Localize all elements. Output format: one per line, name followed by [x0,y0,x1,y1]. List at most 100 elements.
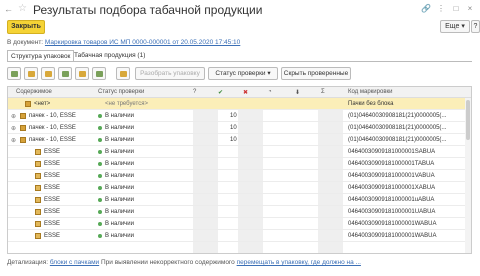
row-code: (01)04640030908181(21)0000005(... [348,125,447,131]
block-icon-button[interactable] [24,67,38,80]
check-status-button[interactable]: Статус проверки ▾ [208,67,278,80]
table-row[interactable]: ⊕ пачек - 10, ESSE В наличии 10 (01)04640030… [8,122,471,134]
box-icon-button[interactable] [75,67,89,80]
row-code: 04640030909181000001TABUA [348,161,435,167]
table-row[interactable]: ESSE В наличии 04640030909181000001TABUA [8,158,471,170]
add-icon-button[interactable] [92,67,106,80]
grid-header: Содержимое Статус проверки ? ✔ ✖ ◔ ⬇ Σ К… [8,87,471,98]
status-dot-icon [98,174,102,178]
vertical-scrollbar[interactable] [465,98,471,253]
row-content: <нет> [34,101,51,107]
row-status: В наличии [105,161,135,167]
close-window-icon[interactable]: × [464,4,476,13]
status-dot-icon [98,210,102,214]
package-icon-button[interactable] [116,67,130,80]
unpack-button[interactable]: Разобрать упаковку [135,67,205,80]
row-content: ESSE [44,197,61,203]
pack-icon [35,233,41,239]
pack-icon-button[interactable] [41,67,55,80]
footer-prefix: Детализация: [7,259,49,266]
row-status: В наличии [105,197,135,203]
title-bar: ← → ☆ Результаты подбора табачной продук… [0,0,480,18]
row-code: 04640030909181000001SABUA [348,149,436,155]
col-code[interactable]: Код маркировки [348,89,392,95]
expand-plus-icon[interactable]: ⊕ [11,137,16,144]
row-status: В наличии [105,209,135,215]
status-dot-icon [98,234,102,238]
maximize-icon[interactable]: □ [450,4,462,13]
page-title: Результаты подбора табачной продукции [33,3,263,17]
table-row[interactable]: ⊕ пачек - 10, ESSE В наличии 10 (01)04640030… [8,110,471,122]
row-status: <не требуется> [105,101,148,107]
hide-checked-button[interactable]: Скрыть проверенные [281,67,351,80]
block-icon [20,113,26,119]
pack-icon [35,173,41,179]
row-content: пачек - 10, ESSE [29,113,76,119]
status-dot-icon [98,198,102,202]
table-row[interactable]: ESSE В наличии 04640030909181000001SABUA [8,146,471,158]
table-row[interactable]: ESSE В наличии 04640030909181000001XABUA [8,182,471,194]
status-dot-icon [98,162,102,166]
more-button[interactable]: Еще ▾ [440,20,470,33]
row-status: В наличии [105,137,135,143]
table-row[interactable]: ESSE В наличии 04640030909181000001VABUA [8,170,471,182]
status-dot-icon [98,126,102,130]
table-row[interactable]: <нет> <не требуется> Пачки без блока [8,98,471,110]
help-button[interactable]: ? [471,20,480,33]
status-dot-icon [98,138,102,142]
scan-icon-button[interactable] [58,67,72,80]
table-row[interactable]: ESSE В наличии 04640030909181000001WABUA [8,218,471,230]
package-grid[interactable]: Содержимое Статус проверки ? ✔ ✖ ◔ ⬇ Σ К… [7,86,472,254]
document-link[interactable]: Маркировка товаров ИС МП 0000-000001 от … [45,39,240,46]
footer-link-blocks[interactable]: блоки с пачками [50,259,99,266]
pack-icon [35,197,41,203]
col-download-icon[interactable]: ⬇ [295,89,300,96]
row-code: 04640030909181000001WABUA [348,221,437,227]
col-content[interactable]: Содержимое [16,89,52,95]
more-menu-icon[interactable]: ⋮ [435,4,447,13]
table-row[interactable]: ⊕ пачек - 10, ESSE В наличии 10 (01)04640030… [8,134,471,146]
expand-plus-icon[interactable]: ⊕ [11,125,16,132]
row-code: (01)04640030908181(21)0000005(... [348,113,447,119]
row-status: В наличии [105,221,135,227]
row-content: ESSE [44,209,61,215]
favorite-star-icon[interactable]: ☆ [18,3,27,14]
footer-line: Детализация: блоки с пачками При выявлен… [7,259,361,266]
expand-plus-icon[interactable]: ⊕ [11,113,16,120]
add-icon [96,71,103,77]
col-check-status[interactable]: Статус проверки [98,89,144,95]
link-icon[interactable]: 🔗 [420,4,432,13]
close-button[interactable]: Закрыть [7,20,45,34]
footer-link-move[interactable]: перемещать в упаковку, где должно на ... [237,259,361,266]
status-dot-icon [98,150,102,154]
package-icon [120,71,127,77]
col-pie-icon[interactable]: ◔ [268,89,272,95]
row-content: пачек - 10, ESSE [29,137,76,143]
table-row[interactable]: ESSE В наличии 04640030909181000001uABUA [8,194,471,206]
row-code: 04640030909181000001VABUA [348,173,435,179]
row-code: 04640030909181000001UABUA [348,209,436,215]
back-icon[interactable]: ← [4,4,13,14]
tab-package-structure[interactable]: Структура упаковок [7,50,75,61]
col-question[interactable]: ? [193,89,196,95]
pack-icon [35,209,41,215]
col-ok-icon[interactable]: ✔ [218,89,223,96]
table-row[interactable]: ESSE В наличии 04640030909181000001UABUA [8,206,471,218]
row-content: ESSE [44,173,61,179]
row-code: 04640030909181000001uABUA [348,197,435,203]
row-code: (01)04640030908181(21)0000005(... [348,137,447,143]
row-content: ESSE [44,149,61,155]
table-row[interactable]: ESSE В наличии 04640030909181000001WABUA [8,230,471,242]
row-code: 04640030909181000001XABUA [348,185,436,191]
block-icon [20,137,26,143]
row-status: В наличии [105,113,135,119]
expand-icon-button[interactable] [7,67,21,80]
col-sum-icon[interactable]: Σ [321,89,325,95]
col-error-icon[interactable]: ✖ [243,89,248,96]
scrollbar-thumb[interactable] [466,100,470,140]
document-line: В документ: Маркировка товаров ИС МП 000… [7,39,240,46]
box-icon [79,71,86,77]
tab-tobacco-products[interactable]: Табачная продукция (1) [71,50,148,61]
row-content: ESSE [44,221,61,227]
row-status: В наличии [105,173,135,179]
